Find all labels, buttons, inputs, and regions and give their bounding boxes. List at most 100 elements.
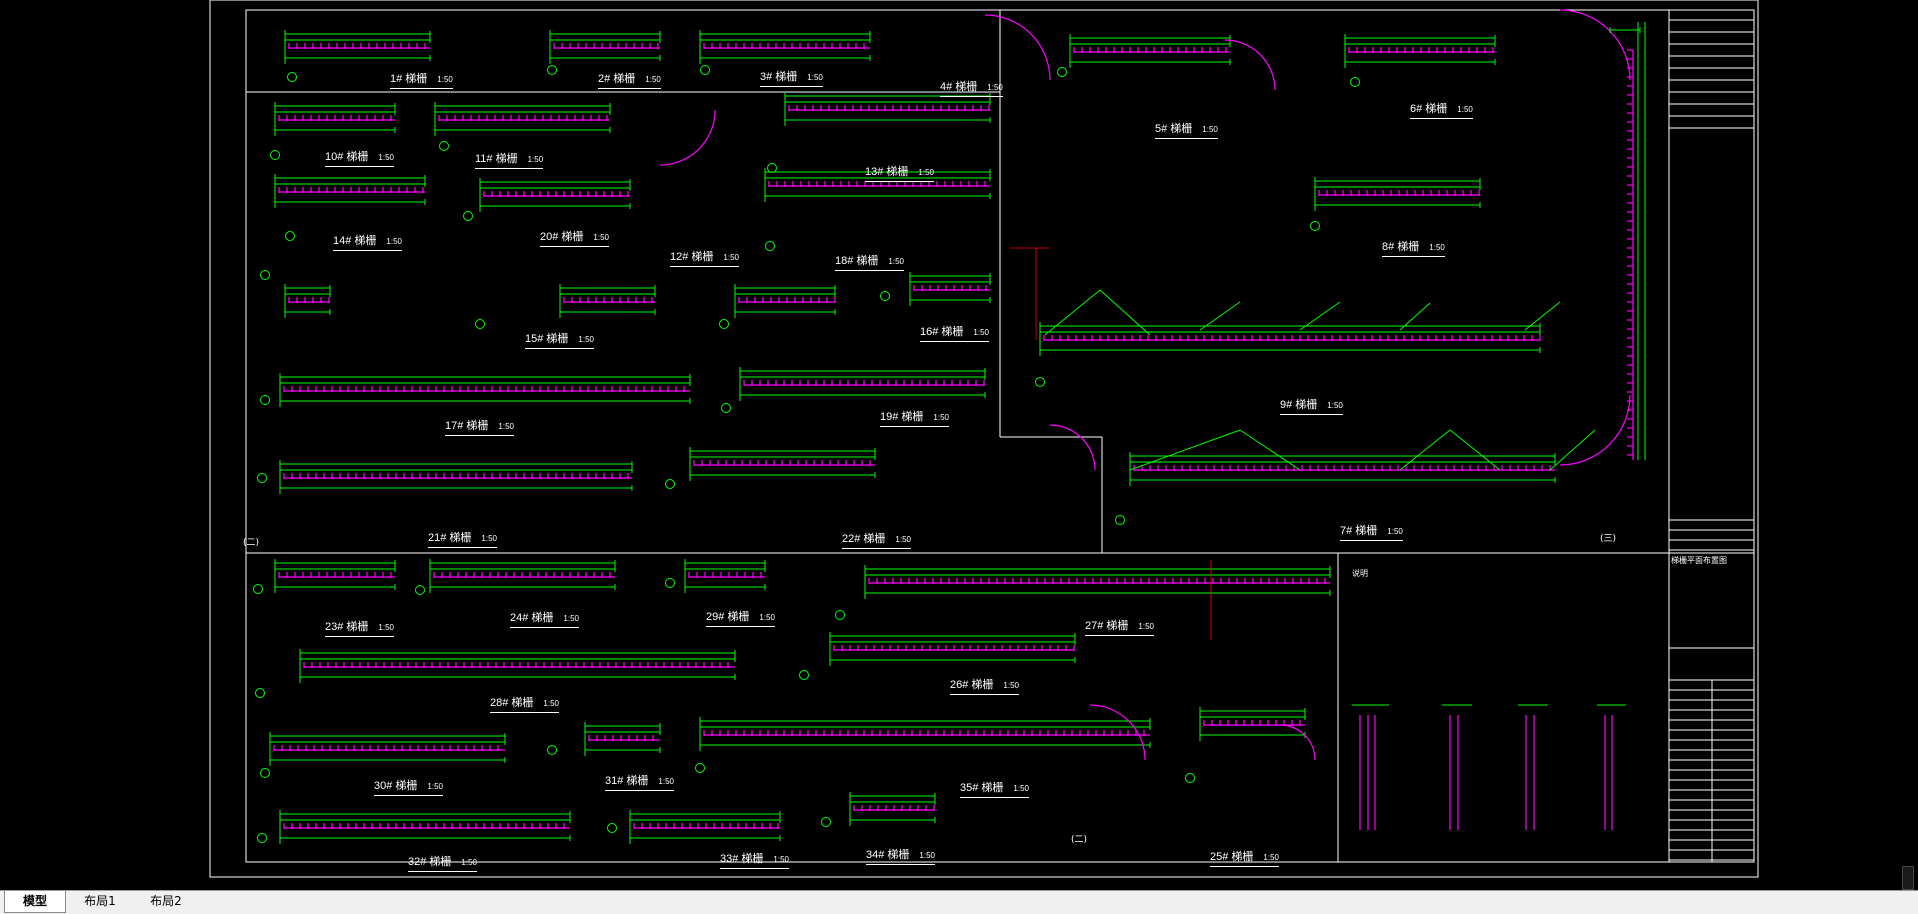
detail-label-scale: 1:50: [658, 777, 674, 786]
detail-label: 5# 梯栅 1:50: [1155, 120, 1218, 139]
detail-label: 28# 梯栅 1:50: [490, 694, 559, 713]
detail-label-scale: 1:50: [1138, 622, 1154, 631]
detail-label-text: 7# 梯栅: [1340, 525, 1378, 537]
axis-bubble: [475, 319, 485, 329]
tab-model[interactable]: 模型: [4, 891, 66, 913]
block-label-right: (三): [1600, 534, 1617, 544]
drawing-line: [1099, 289, 1151, 336]
detail-label: 16# 梯栅 1:50: [920, 323, 989, 342]
detail-label-scale: 1:50: [427, 782, 443, 791]
drawing-line: [1239, 429, 1301, 471]
axis-bubble: [287, 72, 297, 82]
detail-label-text: 23# 梯栅: [325, 621, 369, 633]
detail-label: 26# 梯栅 1:50: [950, 676, 1019, 695]
detail-label: 15# 梯栅 1:50: [525, 330, 594, 349]
detail-label-text: 30# 梯栅: [374, 780, 418, 792]
axis-bubble: [1035, 377, 1045, 387]
drawing-line: [1399, 429, 1451, 471]
detail-label-text: 32# 梯栅: [408, 856, 452, 868]
axis-bubble: [547, 745, 557, 755]
detail-label: 7# 梯栅 1:50: [1340, 522, 1403, 541]
detail-label-text: 4# 梯栅: [940, 81, 978, 93]
axis-bubble: [721, 403, 731, 413]
axis-bubble: [607, 823, 617, 833]
model-space-canvas[interactable]: 1# 梯栅 1:50 2# 梯栅 1:50 3# 梯栅 1:50 4# 梯栅 1:50 5# 梯…: [0, 0, 1918, 890]
drawing-line: [1524, 301, 1561, 331]
axis-bubble: [880, 291, 890, 301]
axis-bubble: [463, 211, 473, 221]
detail-label-text: 20# 梯栅: [540, 231, 584, 243]
detail-label-scale: 1:50: [1263, 853, 1279, 862]
detail-label-text: 2# 梯栅: [598, 73, 636, 85]
block-label-bottom: (二): [1071, 835, 1088, 845]
axis-bubble: [719, 319, 729, 329]
detail-label: 12# 梯栅 1:50: [670, 248, 739, 267]
axis-bubble: [257, 833, 267, 843]
detail-label-scale: 1:50: [461, 858, 477, 867]
detail-label: 27# 梯栅 1:50: [1085, 617, 1154, 636]
detail-label-text: 19# 梯栅: [880, 411, 924, 423]
detail-label-text: 22# 梯栅: [842, 533, 886, 545]
drawing-arc: [1090, 704, 1146, 761]
detail-label-scale: 1:50: [918, 168, 934, 177]
axis-bubble: [255, 688, 265, 698]
detail-label: 14# 梯栅 1:50: [333, 232, 402, 251]
detail-label: 17# 梯栅 1:50: [445, 417, 514, 436]
detail-label-text: 33# 梯栅: [720, 853, 764, 865]
detail-label: 31# 梯栅 1:50: [605, 772, 674, 791]
drawing-line: [1129, 429, 1241, 471]
detail-label-scale: 1:50: [527, 155, 544, 164]
axis-bubble: [665, 479, 675, 489]
axis-bubble: [835, 610, 845, 620]
detail-label-scale: 1:50: [773, 855, 789, 864]
detail-label-scale: 1:50: [437, 75, 453, 84]
detail-label-scale: 1:50: [378, 623, 394, 632]
axis-bubble: [1350, 77, 1360, 87]
detail-label-text: 13# 梯栅: [865, 166, 909, 178]
detail-label-text: 18# 梯栅: [835, 255, 879, 267]
detail-label-text: 25# 梯栅: [1210, 851, 1254, 863]
axis-bubble: [767, 163, 777, 173]
detail-label-scale: 1:50: [1003, 681, 1019, 690]
axis-bubble: [260, 768, 270, 778]
drawing-arc: [985, 14, 1051, 81]
detail-label-text: 14# 梯栅: [333, 235, 377, 247]
notes-title: 说明: [1352, 569, 1368, 578]
tab-layout2[interactable]: 布局2: [134, 891, 198, 912]
axis-bubble: [1185, 773, 1195, 783]
tab-layout1[interactable]: 布局1: [68, 891, 132, 912]
detail-label: 10# 梯栅 1:50: [325, 148, 394, 167]
detail-label: 6# 梯栅 1:50: [1410, 100, 1473, 119]
detail-label-scale: 1:50: [543, 699, 559, 708]
axis-bubble: [765, 241, 775, 251]
drawing-arc: [1050, 424, 1096, 471]
axis-bubble: [1057, 67, 1067, 77]
scrollbar[interactable]: [1902, 866, 1914, 890]
detail-label-text: 35# 梯栅: [960, 782, 1004, 794]
detail-label: 20# 梯栅 1:50: [540, 228, 609, 247]
detail-label-text: 6# 梯栅: [1410, 103, 1448, 115]
axis-bubble: [260, 395, 270, 405]
layout-tab-bar: 模型 布局1 布局2: [0, 890, 1918, 914]
title-block-caption: 梯栅平面布置图: [1671, 556, 1727, 565]
axis-bubble: [257, 473, 267, 483]
detail-label-text: 17# 梯栅: [445, 420, 489, 432]
detail-label-text: 29# 梯栅: [706, 611, 750, 623]
detail-label-text: 11# 梯栅: [475, 153, 518, 165]
detail-label: 8# 梯栅 1:50: [1382, 238, 1445, 257]
detail-label-scale: 1:50: [578, 335, 594, 344]
detail-label: 21# 梯栅 1:50: [428, 529, 497, 548]
detail-label: 13# 梯栅 1:50: [865, 163, 934, 182]
block-label-left: (二): [243, 538, 260, 548]
detail-label-text: 26# 梯栅: [950, 679, 994, 691]
detail-label-text: 5# 梯栅: [1155, 123, 1193, 135]
drawing-svg: [209, 0, 1759, 878]
detail-label-scale: 1:50: [987, 83, 1003, 92]
detail-label-scale: 1:50: [919, 851, 935, 860]
detail-label-text: 28# 梯栅: [490, 697, 534, 709]
detail-label: 1# 梯栅 1:50: [390, 70, 453, 89]
detail-label-text: 9# 梯栅: [1280, 399, 1318, 411]
detail-label-scale: 1:50: [807, 73, 823, 82]
detail-label: 32# 梯栅 1:50: [408, 853, 477, 872]
drawing-line: [1449, 429, 1501, 471]
